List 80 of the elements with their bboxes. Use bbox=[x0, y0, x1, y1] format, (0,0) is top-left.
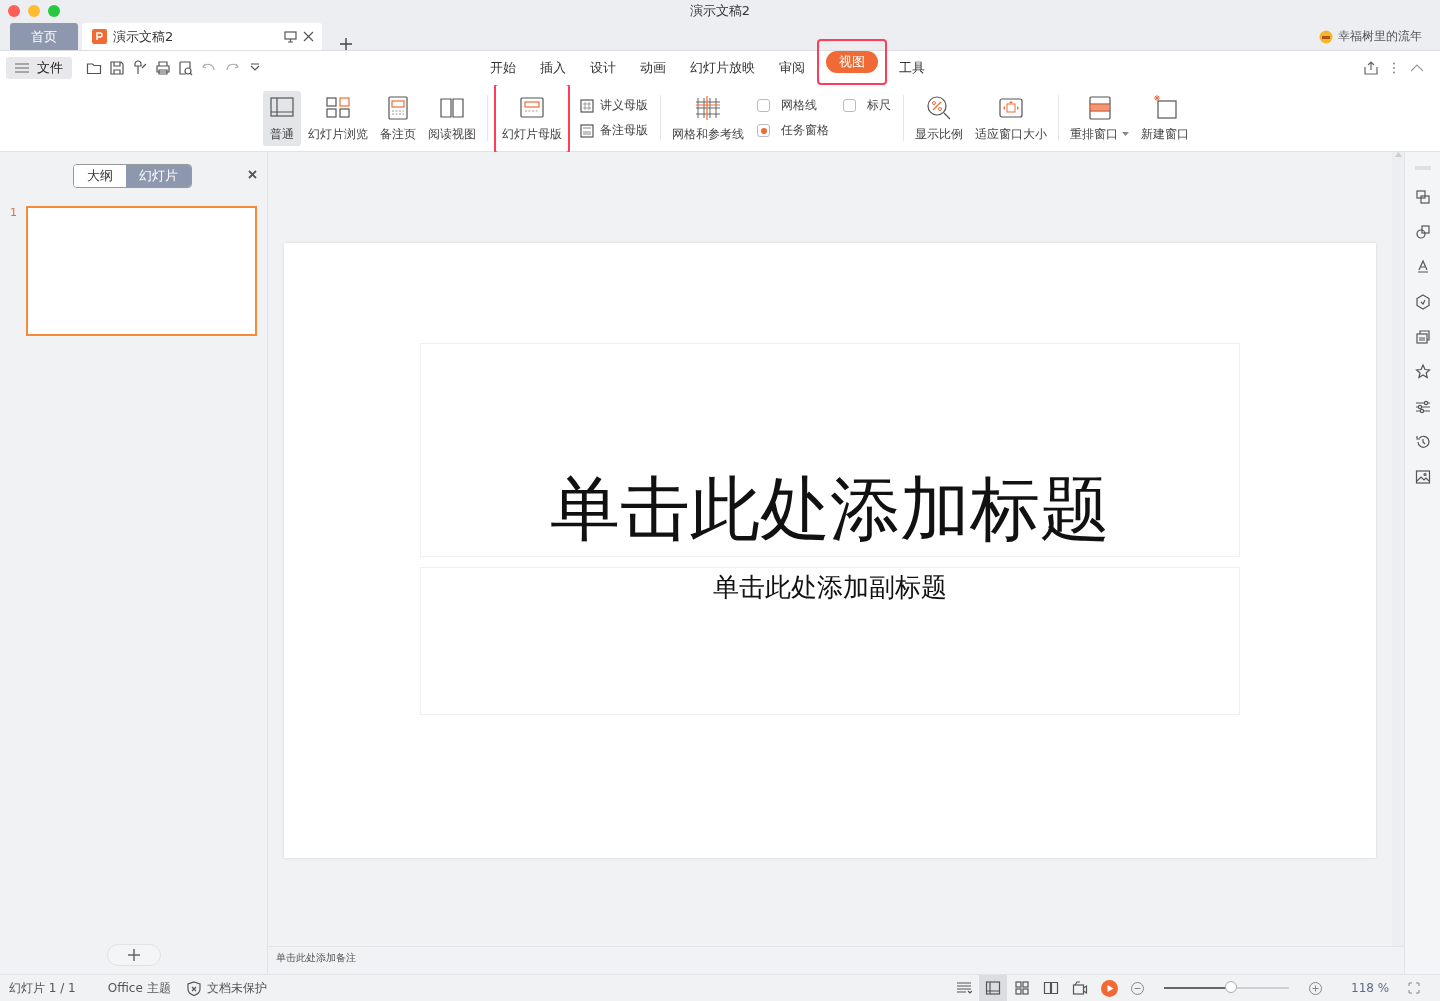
notes-master-icon bbox=[580, 123, 594, 138]
sliders-icon[interactable] bbox=[1414, 399, 1431, 415]
ribbon-button[interactable]: 幻灯片浏览 bbox=[303, 90, 373, 146]
plus-icon bbox=[340, 38, 352, 50]
file-menu-button[interactable]: 文件 bbox=[6, 57, 72, 79]
star-icon[interactable] bbox=[1414, 364, 1431, 380]
ribbon-button[interactable]: 适应窗口大小 bbox=[970, 90, 1052, 146]
document-tab[interactable]: 演示文稿2 bbox=[82, 23, 322, 50]
print-preview-icon[interactable] bbox=[178, 60, 194, 76]
camera-icon[interactable] bbox=[1072, 980, 1088, 996]
avatar-icon bbox=[1319, 29, 1333, 44]
zoom-out-icon[interactable] bbox=[1131, 981, 1144, 995]
plus-icon bbox=[128, 949, 140, 961]
new-tab-button[interactable] bbox=[340, 38, 352, 50]
checkbox[interactable]: 标尺 bbox=[843, 97, 891, 114]
new-window-icon bbox=[1151, 93, 1179, 122]
scrollbar[interactable] bbox=[1392, 152, 1404, 946]
ribbon-button[interactable]: 阅读视图 bbox=[423, 90, 481, 146]
ribbon-tab[interactable]: 动画 bbox=[639, 57, 667, 79]
user-name[interactable]: 幸福树里的流年 bbox=[1338, 28, 1422, 45]
ribbon-tab[interactable]: 幻灯片放映 bbox=[689, 57, 756, 79]
zoom-slider-thumb[interactable] bbox=[1224, 981, 1237, 993]
ribbon-tab[interactable]: 设计 bbox=[589, 57, 617, 79]
slide-switch-icon[interactable] bbox=[1414, 189, 1431, 205]
ribbon-button[interactable]: 重排窗口 bbox=[1065, 90, 1134, 146]
more-icon[interactable] bbox=[1392, 62, 1396, 74]
menu-icon bbox=[15, 63, 29, 73]
ribbon-button[interactable]: 网格和参考线 bbox=[667, 90, 749, 146]
share-icon[interactable] bbox=[1364, 61, 1378, 75]
ribbon-button[interactable]: 讲义母版 bbox=[580, 97, 648, 114]
subtitle-placeholder[interactable]: 单击此处添加副标题 bbox=[420, 567, 1240, 715]
close-button[interactable] bbox=[8, 5, 20, 17]
ribbon-button[interactable]: 普通 bbox=[263, 90, 301, 146]
pane-tab[interactable]: 大纲 bbox=[73, 165, 126, 187]
zoom-level[interactable]: 118 % bbox=[1351, 981, 1395, 995]
slide-title: 单击此处添加标题 bbox=[550, 474, 1110, 544]
history-icon[interactable] bbox=[1414, 434, 1431, 450]
ribbon-tab[interactable]: 审阅 bbox=[778, 57, 806, 79]
window-title: 演示文稿2 bbox=[689, 3, 751, 18]
add-slide-button[interactable] bbox=[107, 944, 161, 966]
close-icon[interactable] bbox=[248, 170, 257, 179]
save-icon[interactable] bbox=[109, 60, 125, 76]
slide-subtitle: 单击此处添加副标题 bbox=[713, 571, 947, 604]
slide-thumbnail[interactable] bbox=[26, 206, 257, 336]
collapse-icon[interactable] bbox=[1410, 64, 1424, 72]
shield-icon bbox=[186, 980, 201, 996]
shapes-icon[interactable] bbox=[1414, 224, 1431, 240]
notes-placeholder[interactable]: 单击此处添加备注 bbox=[276, 952, 356, 963]
play-icon[interactable] bbox=[1101, 979, 1118, 997]
ribbon-tab[interactable]: 工具 bbox=[898, 57, 926, 79]
slide-count: 幻灯片 1 / 1 bbox=[9, 979, 76, 997]
folder-icon[interactable] bbox=[86, 60, 102, 76]
zoom-in-icon[interactable] bbox=[1309, 981, 1322, 995]
book-icon[interactable] bbox=[1043, 980, 1059, 996]
ribbon-button[interactable]: 新建窗口 bbox=[1136, 90, 1194, 146]
monitor-icon[interactable] bbox=[284, 30, 297, 43]
protection-status[interactable]: 文档未保护 bbox=[206, 979, 267, 997]
ribbon-button[interactable]: 幻灯片母版 bbox=[497, 90, 567, 146]
checkbox[interactable]: 任务窗格 bbox=[757, 122, 829, 139]
format-painter-icon[interactable] bbox=[132, 60, 148, 76]
zoom-percent-icon bbox=[925, 93, 953, 122]
slide-number: 1 bbox=[10, 206, 18, 221]
title-placeholder[interactable]: 单击此处添加标题 bbox=[420, 343, 1240, 557]
normal-view-icon[interactable] bbox=[985, 980, 1001, 996]
handout-master-icon bbox=[580, 98, 594, 113]
cards-icon[interactable] bbox=[1414, 329, 1431, 345]
ribbon-button[interactable]: 备注母版 bbox=[580, 122, 648, 139]
close-icon[interactable] bbox=[303, 31, 314, 42]
slide-sorter-icon[interactable] bbox=[1014, 980, 1030, 996]
badge-icon[interactable] bbox=[1414, 294, 1431, 310]
checkbox[interactable]: 网格线 bbox=[757, 97, 829, 114]
image-icon[interactable] bbox=[1414, 469, 1431, 485]
presentation-file-icon bbox=[92, 29, 107, 44]
ribbon-tab[interactable]: 开始 bbox=[489, 57, 517, 79]
ribbon-tab[interactable]: 插入 bbox=[539, 57, 567, 79]
ribbon-button[interactable]: 备注页 bbox=[375, 90, 421, 146]
print-icon[interactable] bbox=[155, 60, 171, 76]
grid-icon bbox=[694, 93, 722, 122]
ribbon-button[interactable]: 显示比例 bbox=[910, 90, 968, 146]
theme-name[interactable]: Office 主题 bbox=[107, 979, 171, 997]
